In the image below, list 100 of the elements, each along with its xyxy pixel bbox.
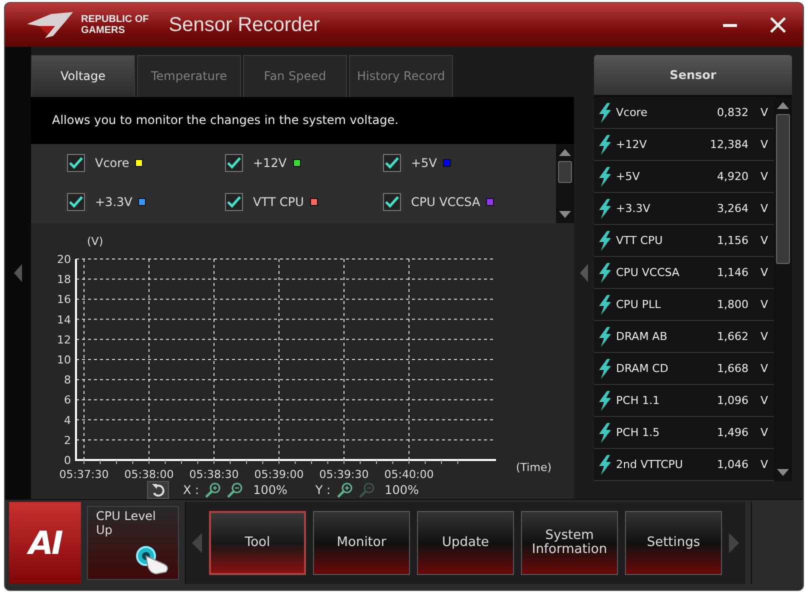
- unit-label: V: [760, 394, 768, 407]
- lightning-icon: [598, 134, 612, 154]
- undo-icon: [151, 483, 165, 497]
- scroll-up-icon[interactable]: [559, 148, 571, 156]
- checkbox[interactable]: [383, 193, 401, 212]
- axis-label: X :: [183, 483, 200, 497]
- lightning-icon: [598, 390, 612, 410]
- unit-label: V: [760, 170, 768, 183]
- lightning-icon: [598, 102, 612, 122]
- x-tick-label: 05:39:30: [319, 468, 369, 481]
- tab[interactable]: Fan Speed: [243, 55, 347, 96]
- description-text: Allows you to monitor the changes in the system voltage.: [52, 113, 398, 128]
- y-tick-label: 10: [57, 354, 71, 366]
- sensor-value: 1,496: [716, 426, 748, 439]
- channel-label: +3.3V: [95, 195, 132, 210]
- lightning-icon: [598, 230, 612, 250]
- channel-label: CPU VCCSA: [411, 195, 480, 210]
- x-tick-label: 05:39:00: [254, 468, 304, 481]
- checkbox[interactable]: [383, 154, 401, 172]
- tab[interactable]: Temperature: [137, 55, 241, 96]
- lightning-icon: [598, 262, 612, 282]
- sensor-value: 4,920: [716, 170, 748, 183]
- scrollbar[interactable]: [774, 97, 792, 481]
- scroll-thumb[interactable]: [776, 114, 790, 264]
- zoom-in-icon[interactable]: [336, 482, 353, 498]
- sensor-name: DRAM AB: [616, 330, 668, 343]
- checkbox[interactable]: [225, 193, 243, 212]
- zoom-in-icon[interactable]: [205, 482, 222, 498]
- checkbox[interactable]: [67, 193, 85, 212]
- nav-button[interactable]: Tool: [209, 511, 306, 575]
- sensor-name: +12V: [616, 138, 648, 151]
- unit-label: V: [760, 106, 768, 119]
- y-tick-label: 18: [57, 273, 71, 286]
- x-tick-label: 05:38:00: [124, 468, 174, 481]
- nav-button[interactable]: Update: [417, 511, 514, 575]
- tab[interactable]: Voltage: [31, 55, 135, 96]
- sensor-name: PCH 1.1: [616, 394, 661, 407]
- unit-label: V: [760, 138, 768, 151]
- sensor-name: CPU VCCSA: [616, 266, 680, 279]
- scrollbar[interactable]: [556, 144, 574, 223]
- x-tick-label: 05:38:30: [189, 468, 239, 481]
- scroll-down-icon[interactable]: [777, 469, 789, 476]
- brand-name: GAMERS: [81, 25, 126, 36]
- sensor-value: 1,668: [716, 362, 748, 375]
- checkbox[interactable]: [67, 154, 85, 172]
- y-tick-label: 6: [64, 394, 71, 407]
- lightning-icon: [598, 294, 612, 314]
- sensor-value: 3,264: [716, 202, 748, 215]
- sensor-value: 12,384: [710, 138, 748, 151]
- quick-button[interactable]: CPU Level Up: [87, 506, 179, 580]
- left-arrow-icon: [14, 264, 22, 282]
- scroll-up-icon[interactable]: [777, 102, 789, 109]
- sensor-value: 1,662: [716, 330, 748, 343]
- scroll-down-icon[interactable]: [559, 211, 571, 218]
- y-tick-label: 0: [64, 454, 71, 467]
- channel-label: +12V: [253, 156, 287, 170]
- panel-title: Sensor: [670, 68, 716, 82]
- y-tick-label: 4: [64, 414, 71, 427]
- zoom-level: 100%: [384, 483, 419, 497]
- nav-button[interactable]: Monitor: [313, 511, 410, 575]
- sensor-name: Vcore: [616, 106, 648, 119]
- lightning-icon: [598, 422, 612, 442]
- lightning-icon: [598, 198, 612, 218]
- zoom-out-icon[interactable]: [227, 482, 244, 498]
- nav-button[interactable]: System Information: [521, 511, 618, 575]
- sensor-value: 1,146: [716, 266, 748, 279]
- x-tick-label: 05:40:00: [384, 468, 434, 481]
- y-tick-label: 8: [64, 374, 71, 387]
- sensor-name: DRAM CD: [616, 362, 670, 375]
- logo-text: AI: [28, 524, 62, 562]
- close-icon: [769, 16, 787, 34]
- unit-label: V: [760, 298, 768, 311]
- lightning-icon: [598, 454, 612, 474]
- nav-button[interactable]: Settings: [625, 511, 722, 575]
- unit-label: V: [760, 234, 768, 247]
- checkbox[interactable]: [225, 154, 243, 172]
- y-tick-label: 2: [64, 434, 71, 447]
- lightning-icon: [598, 358, 612, 378]
- lightning-icon: [598, 166, 612, 186]
- channel-label: Vcore: [95, 156, 130, 170]
- lightning-icon: [598, 326, 612, 346]
- sensor-name: +3.3V: [616, 202, 652, 215]
- unit-label: V: [760, 330, 768, 343]
- y-tick-label: 20: [57, 253, 71, 266]
- left-arrow-icon: [580, 264, 588, 282]
- y-tick-label: 16: [57, 293, 71, 306]
- scroll-thumb[interactable]: [558, 160, 572, 183]
- zoom-level: 100%: [253, 483, 288, 497]
- tab[interactable]: History Record: [349, 55, 453, 96]
- unit-label: V: [760, 266, 768, 279]
- reset-button[interactable]: [147, 481, 169, 499]
- sensor-name: 2nd VTTCPU: [616, 458, 684, 471]
- channel-label: +5V: [411, 156, 437, 170]
- y-tick-label: 12: [57, 333, 71, 346]
- axis-title: (V): [87, 235, 104, 248]
- sensor-value: 1,800: [716, 298, 748, 311]
- sensor-value: 0,832: [716, 106, 748, 119]
- unit-label: V: [760, 458, 768, 471]
- sensor-name: VTT CPU: [616, 234, 664, 247]
- sensor-value: 1,096: [716, 394, 748, 407]
